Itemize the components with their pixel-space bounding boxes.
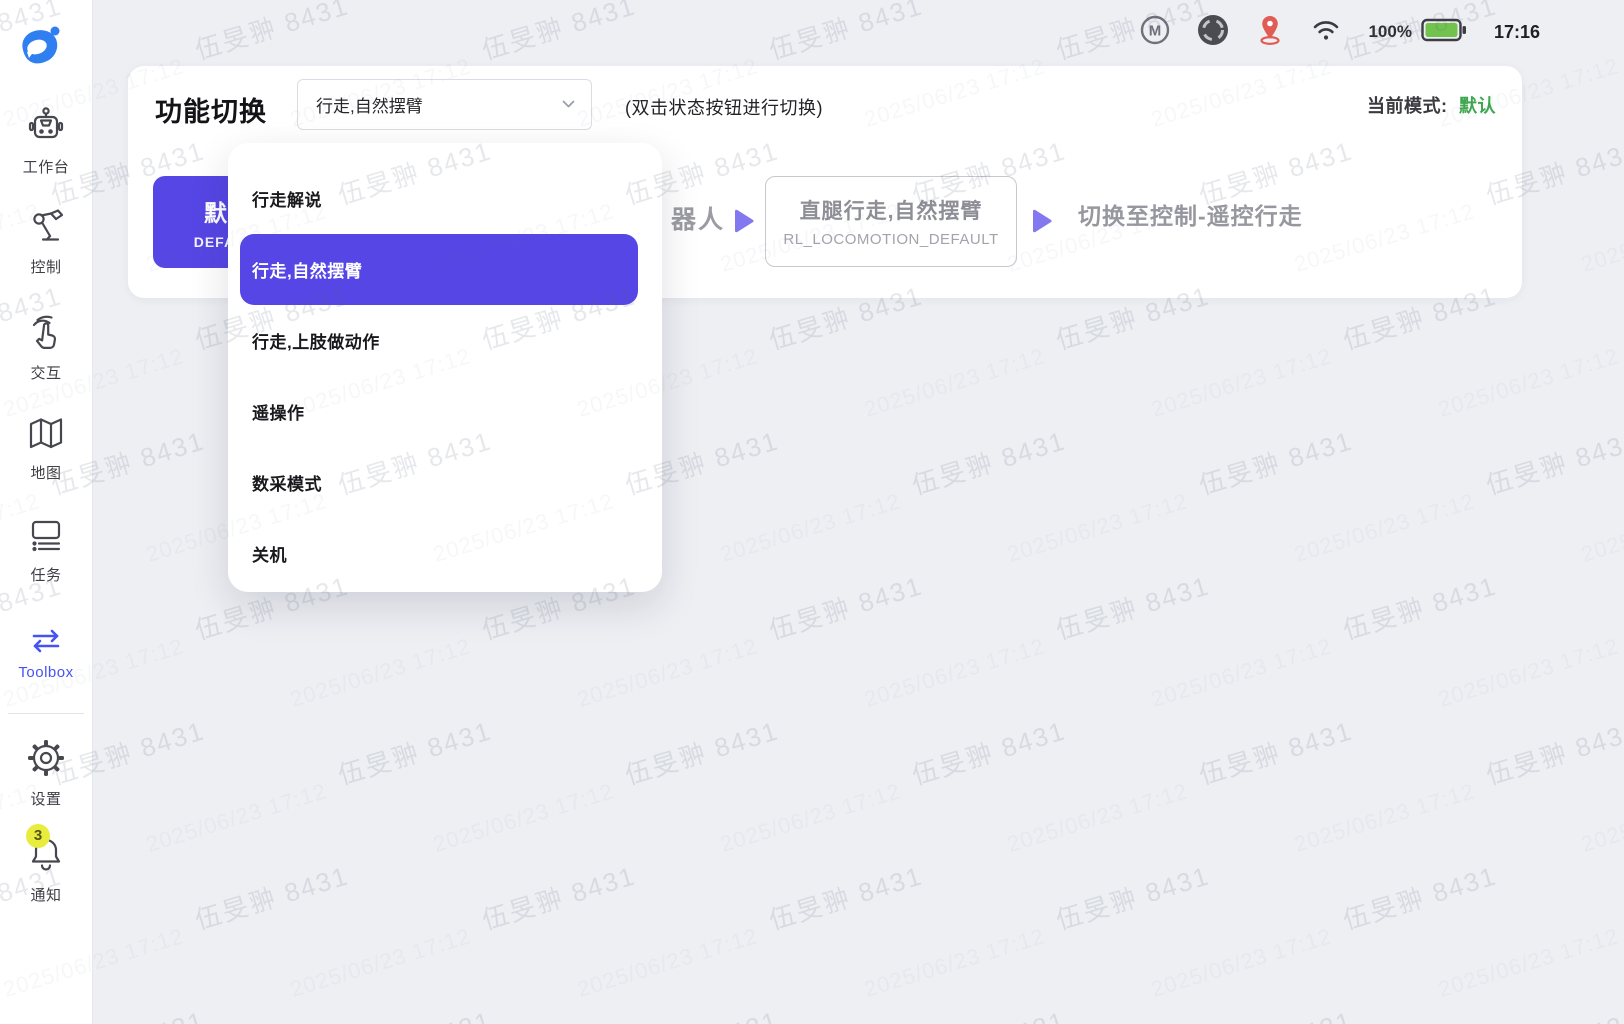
- flow-arrow-icon: [732, 208, 755, 236]
- panel-title: 功能切换: [155, 90, 267, 129]
- dropdown-item[interactable]: 行走,上肢做动作: [228, 305, 662, 376]
- robot-arm-icon: [0, 208, 92, 251]
- double-click-hint: (双击状态按钮进行切换): [625, 94, 823, 120]
- sidebar-item-label: 工作台: [0, 156, 92, 177]
- sidebar-item-label: 交互: [0, 362, 92, 383]
- current-mode: 当前模式: 默认: [1367, 92, 1496, 118]
- battery-percent-text: 100%: [1368, 22, 1411, 42]
- step-subtitle: RL_LOCOMOTION_DEFAULT: [783, 231, 998, 248]
- dropdown-item[interactable]: 关机: [228, 518, 662, 589]
- sidebar: 工作台 控制 交互: [0, 0, 92, 1024]
- mode-dropdown-menu: 行走解说 行走,自然摆臂 行走,上肢做动作 遥操作 数采模式 关机: [228, 143, 662, 592]
- sidebar-item-notifications[interactable]: 3 通知: [0, 834, 92, 905]
- dropdown-item[interactable]: 遥操作: [228, 376, 662, 447]
- sidebar-item-label: 设置: [0, 788, 92, 809]
- notification-badge: 3: [26, 824, 50, 848]
- location-pin-icon: [1256, 14, 1284, 51]
- dark-disc-icon: [1197, 14, 1229, 51]
- chevron-down-icon: [562, 96, 575, 114]
- svg-text:M: M: [1149, 22, 1162, 39]
- status-bar: M 100% 17:16: [1140, 12, 1540, 52]
- sidebar-item-interaction[interactable]: 交互: [0, 312, 92, 383]
- sidebar-item-workbench[interactable]: 工作台: [0, 106, 92, 177]
- m-circle-icon: M: [1140, 15, 1170, 50]
- current-mode-label: 当前模式:: [1367, 96, 1448, 116]
- sidebar-item-map[interactable]: 地图: [0, 414, 92, 483]
- sidebar-item-toolbox[interactable]: Toolbox: [0, 628, 92, 681]
- swap-arrows-icon: [0, 628, 92, 659]
- occluded-step-text: 器人: [671, 200, 725, 236]
- battery-icon: [1421, 18, 1467, 47]
- sidebar-divider: [8, 713, 84, 714]
- current-mode-value: 默认: [1459, 96, 1496, 116]
- locomotion-step-box: 直腿行走,自然摆臂 RL_LOCOMOTION_DEFAULT: [765, 176, 1017, 267]
- mode-select-value: 行走,自然摆臂: [316, 92, 562, 117]
- sidebar-item-label: 地图: [0, 462, 92, 483]
- flow-end-text: 切换至控制-遥控行走: [1078, 197, 1303, 231]
- sidebar-item-control[interactable]: 控制: [0, 208, 92, 277]
- clock-time: 17:16: [1494, 22, 1540, 43]
- dropdown-item[interactable]: 行走解说: [228, 163, 662, 234]
- robot-head-icon: [0, 106, 92, 151]
- step-title: 直腿行走,自然摆臂: [800, 195, 983, 225]
- dropdown-item-selected[interactable]: 行走,自然摆臂: [240, 234, 638, 305]
- app-logo-icon: [15, 24, 63, 72]
- sidebar-item-label: 任务: [0, 564, 92, 585]
- touch-gesture-icon: [0, 312, 92, 357]
- sidebar-item-tasks[interactable]: 任务: [0, 516, 92, 585]
- task-monitor-icon: [0, 516, 92, 559]
- gear-icon: [0, 738, 92, 783]
- flow-arrow-icon: [1030, 208, 1053, 236]
- dropdown-item[interactable]: 数采模式: [228, 447, 662, 518]
- sidebar-item-settings[interactable]: 设置: [0, 738, 92, 809]
- sidebar-item-label: 控制: [0, 256, 92, 277]
- sidebar-item-label: Toolbox: [0, 664, 92, 681]
- wifi-icon: [1311, 18, 1341, 47]
- mode-select[interactable]: 行走,自然摆臂: [297, 79, 592, 130]
- sidebar-item-label: 通知: [0, 884, 92, 905]
- map-icon: [0, 414, 92, 457]
